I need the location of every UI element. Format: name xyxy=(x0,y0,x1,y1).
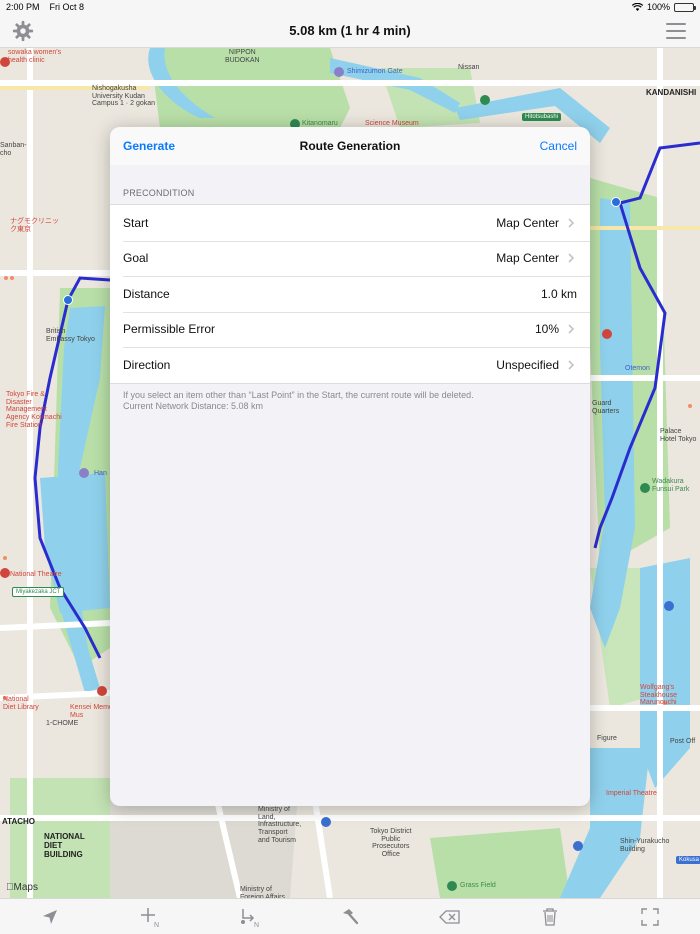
row-permissible-error[interactable]: Permissible Error 10% xyxy=(110,311,590,348)
map-label-nissan: Nissan xyxy=(458,64,480,71)
section-footer: If you select an item other than “Last P… xyxy=(110,384,590,419)
row-value: 10% xyxy=(534,322,559,337)
map-label-grass-field: Grass Field xyxy=(460,882,496,889)
footer-network-distance: Current Network Distance: 5.08 km xyxy=(123,401,264,412)
map-label-tokyo-fire: Tokyo Fire & Disaster Management Agency Koj… xyxy=(6,391,62,429)
gear-icon[interactable] xyxy=(12,20,34,42)
wifi-icon xyxy=(631,2,643,11)
map-label-wadakura: Wadakura Funsui Park xyxy=(652,478,690,493)
dialog-header: Generate Route Generation Cancel xyxy=(110,127,590,165)
chevron-right-icon xyxy=(568,253,575,263)
row-label: Goal xyxy=(123,251,149,266)
row-distance[interactable]: Distance 1.0 km xyxy=(110,276,590,312)
footer-warning: If you select an item other than “Last P… xyxy=(123,389,474,400)
map-label-imperial-theatre: Imperial Theatre xyxy=(606,790,657,797)
row-label: Distance xyxy=(123,286,170,301)
map-label-atacho: ATACHO xyxy=(2,817,36,826)
map-label-nishogakusha: Nishogakusha University Kudan Campus 1 · 2… xyxy=(92,85,156,108)
svg-text:N: N xyxy=(154,922,159,928)
chevron-right-icon xyxy=(568,360,575,370)
map-sign-miyakezaka: Miyakezaka JCT xyxy=(12,587,65,597)
add-point-icon[interactable]: N xyxy=(135,902,165,932)
map-label-guard: Guard Quarters xyxy=(592,400,620,415)
map-label-one-chome: 1-CHOME xyxy=(46,720,79,727)
row-value: Map Center xyxy=(496,251,559,266)
row-label: Permissible Error xyxy=(123,322,216,337)
map-label-tokyo-district: Tokyo District Public Prosecutors Office xyxy=(370,828,412,859)
dialog-title: Route Generation xyxy=(299,139,401,153)
map-label-sanban: Sanban-cho xyxy=(0,142,27,157)
map-label-nippon-budokan: NIPPON BUDOKAN xyxy=(225,49,260,64)
svg-text:N: N xyxy=(254,922,259,928)
row-label: Direction xyxy=(123,357,171,372)
chevron-right-icon xyxy=(568,324,575,334)
apple-maps-logo: Maps xyxy=(6,882,38,893)
row-direction[interactable]: Direction Unspecified xyxy=(110,347,590,383)
location-arrow-icon[interactable] xyxy=(35,902,65,932)
battery-percent: 100% xyxy=(646,2,670,12)
status-date: Fri Oct 8 xyxy=(49,2,85,12)
chevron-right-icon xyxy=(568,218,575,228)
trash-icon[interactable] xyxy=(535,902,565,932)
battery-icon xyxy=(674,2,696,12)
route-summary-title: 5.08 km (1 hr 4 min) xyxy=(289,23,411,38)
map-label-british-embassy: British Embassy Tokyo xyxy=(46,328,95,343)
map-label-kensei: Kensei Memor Mus xyxy=(70,704,116,719)
row-value: Unspecified xyxy=(496,357,559,372)
map-label-shimizumon: Shimizumon Gate xyxy=(347,68,403,75)
precondition-list: Start Map Center Goal Map Center Distanc… xyxy=(110,204,590,384)
add-segment-icon[interactable]: N xyxy=(235,902,265,932)
map-label-national-theatre: National Theatre xyxy=(10,571,62,578)
map-label-national-diet: NATIONAL DIET BUILDING xyxy=(44,832,85,859)
map-label-wolfgangs: Wolfgang's Steakhouse Marunouchi xyxy=(640,684,677,707)
row-label: Start xyxy=(123,215,149,230)
map-label-ministry-ag: Ministry of Foreign Affairs xyxy=(240,886,286,898)
map-label-hanzomon: Han xyxy=(94,470,107,477)
delete-backward-icon[interactable] xyxy=(435,902,465,932)
fullscreen-icon[interactable] xyxy=(635,902,665,932)
section-header-precondition: PRECONDITION xyxy=(123,188,195,198)
map-label-otemon: Otemon xyxy=(625,365,650,372)
route-generation-dialog: Generate Route Generation Cancel PRECOND… xyxy=(110,127,590,806)
map-label-palace-hotel: Palace Hotel Tokyo xyxy=(660,428,697,443)
row-value: Map Center xyxy=(496,215,559,230)
map-sign-hitotsubashi: Hitotsubashi xyxy=(522,113,562,121)
map-label-sowaka: sowaka women's health clinic xyxy=(8,49,62,64)
row-start[interactable]: Start Map Center xyxy=(110,205,590,241)
hammer-icon[interactable] xyxy=(335,902,365,932)
generate-button[interactable]: Generate xyxy=(123,139,175,153)
cancel-button[interactable]: Cancel xyxy=(540,139,577,153)
navigation-bar: 5.08 km (1 hr 4 min) xyxy=(0,14,700,48)
status-time: 2:00 PM xyxy=(6,2,40,12)
bottom-toolbar: N N xyxy=(0,898,700,934)
map-label-post-office: Post Off xyxy=(670,738,696,745)
map-label-kandanishiki: KANDANISHI xyxy=(646,88,697,97)
map-label-ministry-land: Ministry of Land, Infrastructure, Transport… xyxy=(258,806,302,844)
map-label-shin-yurakucho: Shin-Yurakucho Building xyxy=(620,838,670,853)
row-goal[interactable]: Goal Map Center xyxy=(110,240,590,277)
status-bar: 2:00 PM Fri Oct 8 100% xyxy=(0,0,700,14)
menu-icon[interactable] xyxy=(666,23,686,39)
map-label-national-library: National Diet Library xyxy=(3,696,39,711)
row-value: 1.0 km xyxy=(540,286,577,301)
map-sign-kokusai: Kokusa xyxy=(676,856,700,864)
map-label-figure: Figure xyxy=(597,735,617,742)
map-label-nagumo: ナグモクリニッ ク東京 xyxy=(10,218,59,233)
